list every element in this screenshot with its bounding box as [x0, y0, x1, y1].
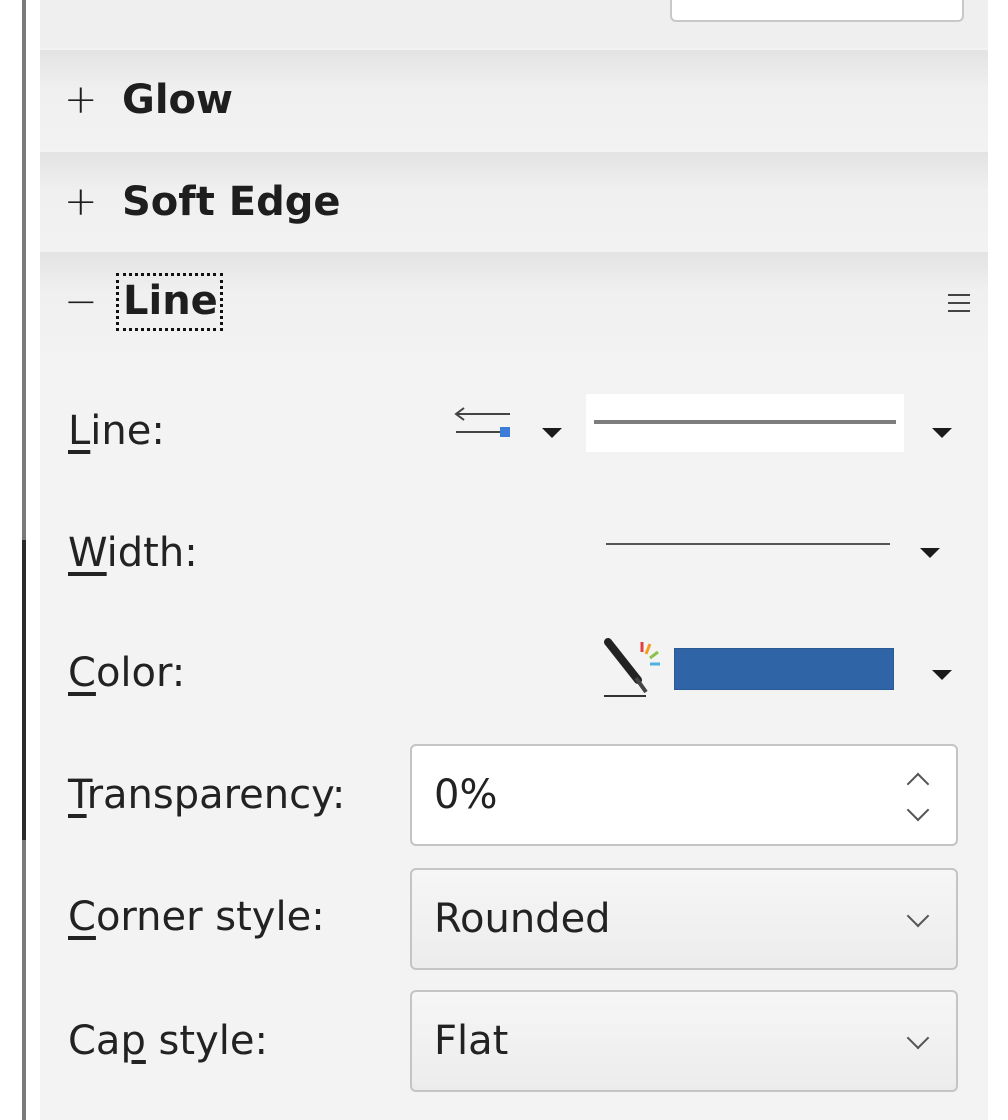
spin-down-icon[interactable] — [906, 798, 930, 822]
previous-field[interactable] — [670, 0, 964, 22]
spin-up-icon[interactable] — [906, 772, 930, 796]
previous-section-remnant — [40, 0, 988, 48]
arrow-style-icon[interactable] — [450, 402, 516, 444]
collapse-icon[interactable]: − — [64, 282, 108, 322]
transparency-row: Transparency: 0% — [40, 742, 988, 846]
corner-style-row: Corner style: Rounded — [40, 866, 988, 970]
color-row: Color: — [40, 632, 988, 722]
width-label: Width: — [68, 530, 198, 576]
color-label: Color: — [68, 650, 186, 696]
width-row: Width: — [40, 512, 988, 602]
cap-style-row: Cap style: Flat — [40, 988, 988, 1092]
corner-style-value: Rounded — [434, 896, 611, 942]
section-glow-header[interactable]: + Glow — [40, 50, 988, 150]
line-style-row: Line: — [40, 390, 988, 480]
transparency-value[interactable]: 0% — [434, 772, 497, 818]
sidebar-properties-panel: + Glow + Soft Edge − Line Line: Width: C… — [0, 0, 1008, 1120]
corner-style-label: Corner style: — [68, 894, 325, 940]
cap-style-label: Cap style: — [68, 1018, 268, 1064]
section-soft-edge-title[interactable]: Soft Edge — [122, 179, 340, 225]
transparency-spinbox[interactable]: 0% — [410, 744, 958, 846]
section-soft-edge-header[interactable]: + Soft Edge — [40, 152, 988, 252]
line-label: Line: — [68, 408, 165, 454]
cap-style-select[interactable]: Flat — [410, 990, 958, 1092]
section-glow-title[interactable]: Glow — [122, 77, 233, 123]
expand-icon[interactable]: + — [64, 80, 108, 120]
arrow-style-dropdown-arrow[interactable] — [542, 428, 562, 438]
more-options-icon[interactable] — [948, 294, 970, 312]
chevron-down-icon — [906, 1026, 930, 1050]
section-line-title[interactable]: Line — [116, 273, 223, 331]
corner-style-select[interactable]: Rounded — [410, 868, 958, 970]
chevron-down-icon — [906, 904, 930, 928]
line-style-dropdown-arrow[interactable] — [932, 428, 952, 438]
splitter-handle[interactable] — [22, 540, 26, 840]
line-style-preview[interactable] — [586, 394, 904, 452]
section-line-header[interactable]: − Line — [40, 252, 988, 352]
expand-icon[interactable]: + — [64, 182, 108, 222]
properties-deck: + Glow + Soft Edge − Line Line: Width: C… — [40, 0, 988, 1120]
width-dropdown-arrow[interactable] — [920, 548, 940, 558]
color-dropdown-arrow[interactable] — [932, 670, 952, 680]
line-color-swatch[interactable] — [674, 648, 894, 690]
line-width-preview[interactable] — [606, 542, 890, 546]
cap-style-value: Flat — [434, 1018, 509, 1064]
line-color-icon[interactable] — [602, 636, 666, 700]
transparency-label: Transparency: — [68, 772, 346, 818]
